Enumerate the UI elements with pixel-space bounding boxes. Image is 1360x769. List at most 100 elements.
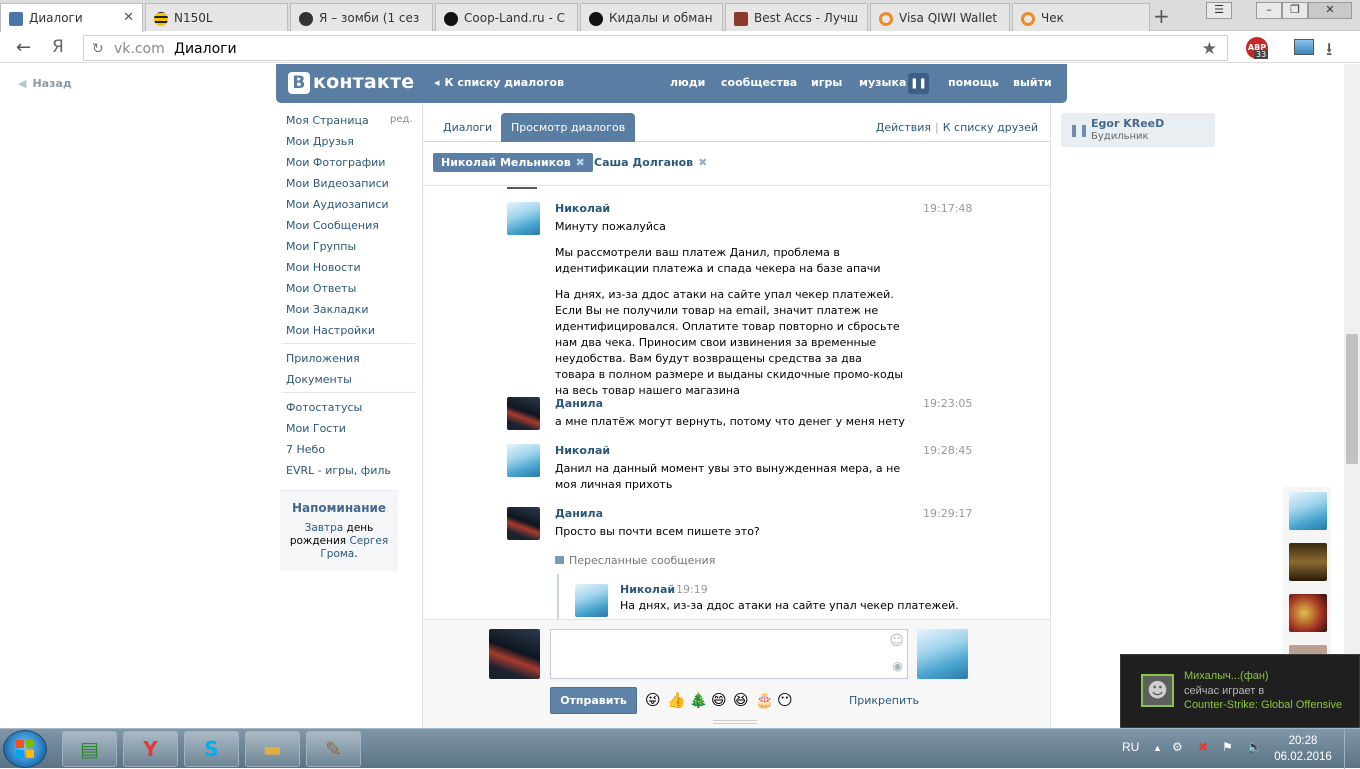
minimize-icon[interactable]: – bbox=[1256, 2, 1282, 19]
message-time[interactable]: 19:17:48 bbox=[923, 202, 972, 215]
tab-dialogs[interactable]: Диалоги bbox=[433, 113, 502, 142]
menu-groups[interactable]: Мои Группы bbox=[286, 240, 356, 253]
menu-apps[interactable]: Приложения bbox=[286, 352, 360, 365]
browser-menu-icon[interactable]: ☰ bbox=[1206, 2, 1232, 19]
back-arrow-icon[interactable]: ← bbox=[16, 37, 31, 58]
menu-audio[interactable]: Мои Аудиозаписи bbox=[286, 198, 389, 211]
menu-photostatuses[interactable]: Фотостатусы bbox=[286, 401, 362, 414]
browser-tab-3[interactable]: Я – зомби (1 сез bbox=[290, 3, 433, 31]
friend-avatar[interactable] bbox=[1289, 594, 1327, 632]
close-window-icon[interactable]: ✕ bbox=[1308, 2, 1352, 19]
avatar[interactable] bbox=[507, 507, 540, 540]
tab-view-dialogs[interactable]: Просмотр диалогов bbox=[501, 113, 636, 142]
browser-tab-8[interactable]: Чек bbox=[1012, 3, 1150, 31]
menu-answers[interactable]: Мои Ответы bbox=[286, 282, 356, 295]
volume-icon[interactable]: 🔈 bbox=[1247, 740, 1262, 754]
tray-expand-icon[interactable]: ▲ bbox=[1153, 743, 1162, 753]
avatar[interactable] bbox=[575, 584, 608, 617]
menu-messages[interactable]: Мои Сообщения bbox=[286, 219, 379, 232]
browser-tab-5[interactable]: Кидалы и обман bbox=[580, 3, 723, 31]
screenshot-icon[interactable] bbox=[1294, 39, 1314, 55]
message-author[interactable]: Данила bbox=[555, 507, 603, 520]
reminder-tomorrow-link[interactable]: Завтра bbox=[305, 522, 344, 534]
message-author[interactable]: Данила bbox=[555, 397, 603, 410]
message-time[interactable]: 19:28:45 bbox=[923, 444, 972, 457]
emoji-grin-icon[interactable]: 😄 bbox=[711, 691, 727, 709]
system-clock[interactable]: 20:28 06.02.2016 bbox=[1273, 733, 1333, 765]
forwarded-label[interactable]: Пересланные сообщения bbox=[569, 554, 715, 567]
back-to-dialogs-link[interactable]: ◂ К списку диалогов bbox=[434, 76, 564, 89]
message-input[interactable]: ☺ ◉ bbox=[550, 629, 908, 679]
scrollbar-thumb[interactable] bbox=[1346, 334, 1358, 464]
browser-tab-4[interactable]: Coop-Land.ru - С bbox=[435, 3, 578, 31]
maximize-icon[interactable]: ❐ bbox=[1282, 2, 1308, 19]
attach-link[interactable]: Прикрепить bbox=[849, 694, 919, 707]
avatar[interactable] bbox=[507, 397, 540, 430]
skype-icon[interactable]: S bbox=[184, 731, 239, 767]
emoji-laugh-icon[interactable]: 😆 bbox=[733, 691, 749, 709]
menu-documents[interactable]: Документы bbox=[286, 373, 352, 386]
nav-logout[interactable]: выйти bbox=[1013, 76, 1052, 89]
my-avatar[interactable] bbox=[489, 629, 540, 679]
action-center-icon[interactable]: ⚑ bbox=[1222, 740, 1233, 754]
message-time[interactable]: 19:29:17 bbox=[923, 507, 972, 520]
page-scrollbar[interactable] bbox=[1344, 64, 1360, 728]
paint-icon[interactable]: ✎ bbox=[306, 731, 361, 767]
menu-bookmarks[interactable]: Мои Закладки bbox=[286, 303, 368, 316]
forwarded-author[interactable]: Николай bbox=[620, 583, 675, 596]
explorer-folder-icon[interactable]: ▬ bbox=[245, 731, 300, 767]
start-button[interactable] bbox=[3, 730, 47, 768]
nav-games[interactable]: игры bbox=[811, 76, 842, 89]
emoji-wink-tongue-icon[interactable]: 😜 bbox=[645, 691, 661, 709]
menu-settings[interactable]: Мои Настройки bbox=[286, 324, 375, 337]
close-tab-icon[interactable]: ✕ bbox=[123, 10, 134, 25]
actions-link[interactable]: Действия bbox=[876, 121, 931, 134]
close-chip-icon[interactable]: ✖ bbox=[698, 156, 707, 169]
chat-chip[interactable]: Саша Долганов ✖ bbox=[586, 153, 715, 172]
show-desktop-button[interactable] bbox=[1344, 729, 1360, 769]
recipient-avatar[interactable] bbox=[917, 629, 968, 679]
emoji-no-mouth-icon[interactable]: 😶 bbox=[777, 691, 793, 709]
close-chip-icon[interactable]: ✖ bbox=[576, 156, 585, 169]
menu-guests[interactable]: Мои Гости bbox=[286, 422, 346, 435]
download-icon[interactable]: ⭳ bbox=[1326, 37, 1332, 67]
menu-photos[interactable]: Мои Фотографии bbox=[286, 156, 385, 169]
friend-avatar[interactable] bbox=[1289, 543, 1327, 581]
menu-7-nebo[interactable]: 7 Небо bbox=[286, 443, 325, 456]
message-time[interactable]: 19:23:05 bbox=[923, 397, 972, 410]
menu-news[interactable]: Мои Новости bbox=[286, 261, 361, 274]
yandex-browser-icon[interactable]: Y bbox=[123, 731, 178, 767]
url-field[interactable]: ↻ vk.com Диалоги ★ bbox=[83, 35, 1228, 61]
bookmark-star-icon[interactable]: ★ bbox=[1202, 39, 1217, 59]
nav-help[interactable]: помощь bbox=[948, 76, 999, 89]
network-error-icon[interactable]: ✖ bbox=[1198, 740, 1208, 754]
emoji-cake-icon[interactable]: 🎂 bbox=[755, 691, 774, 709]
pause-icon[interactable]: ❚❚ bbox=[908, 73, 929, 94]
audio-artist[interactable]: Egor KReeD bbox=[1091, 117, 1164, 130]
menu-friends[interactable]: Мои Друзья bbox=[286, 135, 354, 148]
camera-icon[interactable]: ◉ bbox=[893, 659, 903, 673]
browser-tab-dialogs[interactable]: Диалоги ✕ bbox=[0, 3, 143, 32]
menu-evrl[interactable]: EVRL - игры, филь bbox=[286, 464, 391, 477]
pause-icon[interactable]: ❚❚ bbox=[1069, 123, 1089, 137]
menu-my-page[interactable]: Моя Страница bbox=[286, 114, 369, 127]
nav-people[interactable]: люди bbox=[670, 76, 705, 89]
emoji-tree-icon[interactable]: 🎄 bbox=[689, 691, 708, 709]
browser-tab-2[interactable]: N150L bbox=[145, 3, 288, 31]
chat-chip-active[interactable]: Николай Мельников ✖ bbox=[433, 153, 593, 172]
language-indicator[interactable]: RU bbox=[1122, 740, 1139, 754]
avatar[interactable] bbox=[507, 444, 540, 477]
new-tab-button[interactable]: + bbox=[1153, 4, 1170, 28]
friend-avatar[interactable] bbox=[1289, 492, 1327, 530]
smile-icon[interactable]: ☺ bbox=[889, 633, 904, 649]
resize-grip[interactable] bbox=[713, 720, 757, 724]
avatar[interactable] bbox=[507, 202, 540, 235]
nav-communities[interactable]: сообщества bbox=[721, 76, 797, 89]
audio-player[interactable]: ❚❚ Egor KReeD Будильник bbox=[1061, 113, 1215, 147]
vk-logo[interactable]: Bконтакте bbox=[288, 71, 414, 94]
friends-list-link[interactable]: К списку друзей bbox=[943, 121, 1038, 134]
message-author[interactable]: Николай bbox=[555, 444, 610, 457]
reload-icon[interactable]: ↻ bbox=[92, 41, 104, 57]
yandex-button[interactable]: Я bbox=[52, 37, 64, 57]
steam-notification[interactable]: ☻ Михалыч...(фан) сейчас играет в Counte… bbox=[1120, 654, 1360, 728]
